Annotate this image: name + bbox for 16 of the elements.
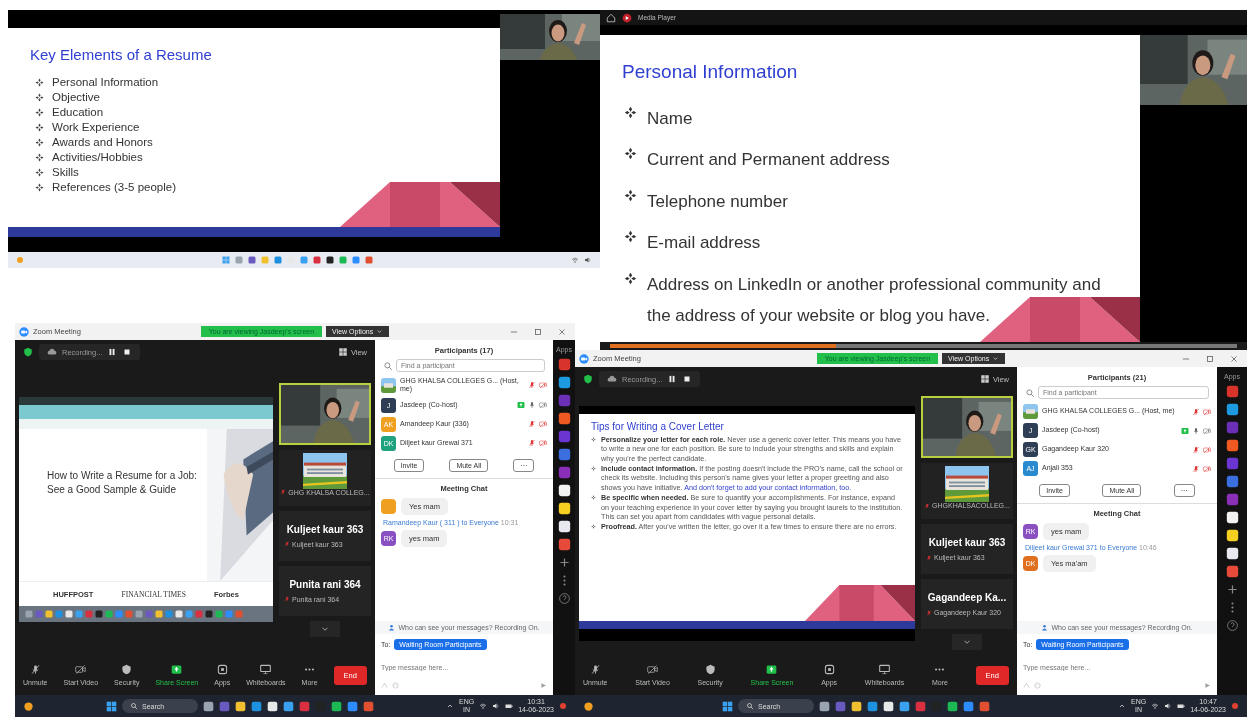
bullet-text: Awards and Honors	[52, 136, 153, 148]
bullet-text: Activities/Hobbies	[52, 151, 143, 163]
bullet-text: Personal Information	[52, 76, 159, 88]
participant-name: Kuljeet kaur 363	[285, 523, 365, 535]
participant-name: Punita rani 364	[288, 578, 362, 590]
article-headline: How to Write a Resume for a Job: See a Good Sample & Guide	[47, 469, 198, 497]
bullet-text: Skills	[52, 166, 79, 178]
bullet-text: Education	[52, 106, 104, 118]
slide-title: Key Elements of a Resume	[30, 46, 213, 63]
slide-title: Personal Information	[622, 61, 799, 83]
bullet-text: Work Experience	[52, 121, 140, 133]
slide-title: Tips for Writing a Cover Letter	[591, 420, 725, 432]
bullet-text: References (3-5 people)	[52, 181, 176, 193]
participant-name: Kuljeet kaur 363	[927, 537, 1007, 548]
bullet-text: Objective	[52, 91, 100, 103]
participant-name: Gagandeep Ka...	[926, 592, 1008, 603]
